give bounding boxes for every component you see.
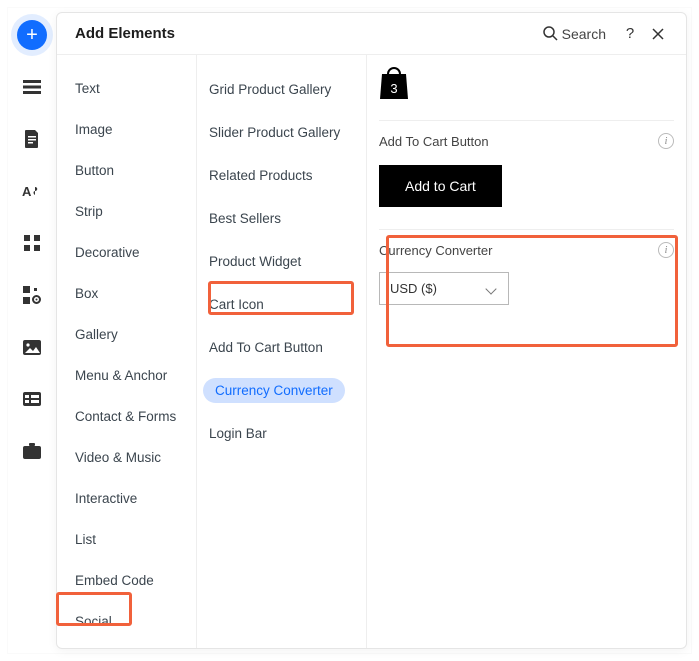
category-label: Contact & Forms	[75, 405, 176, 428]
subcategory-label: Product Widget	[209, 249, 301, 274]
plus-icon: +	[17, 20, 47, 50]
subcategory-label: Login Bar	[209, 421, 267, 446]
search-icon	[543, 26, 558, 41]
subcategory-item[interactable]: Login Bar	[197, 413, 366, 454]
category-item[interactable]: Box	[57, 274, 196, 313]
category-label: Interactive	[75, 487, 137, 510]
panel-header: Add Elements Search ?	[57, 13, 686, 55]
category-item[interactable]: Menu & Anchor	[57, 356, 196, 395]
panel-title: Add Elements	[75, 25, 543, 42]
left-rail: + A	[8, 8, 56, 653]
category-label: Gallery	[75, 323, 118, 346]
preview-column: 3 Add To Cart Button i Add to Cart Curre…	[367, 55, 686, 648]
subcategory-item[interactable]: Grid Product Gallery	[197, 69, 366, 110]
subcategory-label: Cart Icon	[209, 292, 264, 317]
add-to-cart-section: Add To Cart Button i Add to Cart	[379, 120, 674, 225]
category-item[interactable]: Strip	[57, 192, 196, 231]
table-icon[interactable]	[17, 384, 47, 414]
subcategory-label: Slider Product Gallery	[209, 120, 340, 145]
category-label: Video & Music	[75, 446, 161, 469]
category-label: Embed Code	[75, 569, 154, 592]
category-label: Image	[75, 118, 113, 141]
category-item[interactable]: Interactive	[57, 479, 196, 518]
close-icon	[652, 28, 664, 40]
subcategory-item[interactable]: Related Products	[197, 155, 366, 196]
category-item[interactable]: Decorative	[57, 233, 196, 272]
category-label: Social	[75, 610, 112, 633]
category-item[interactable]: Video & Music	[57, 438, 196, 477]
svg-text:3: 3	[390, 81, 397, 96]
design-icon[interactable]: A	[17, 176, 47, 206]
cart-icon[interactable]: 3	[379, 65, 409, 101]
help-button[interactable]: ?	[616, 20, 644, 48]
category-item[interactable]: Payments	[57, 643, 196, 648]
subcategory-item[interactable]: Currency Converter	[197, 370, 366, 411]
subcategory-label: Grid Product Gallery	[209, 77, 331, 102]
chevron-down-icon	[486, 285, 498, 293]
briefcase-icon[interactable]	[17, 436, 47, 466]
info-icon[interactable]: i	[658, 242, 674, 258]
category-item[interactable]: Contact & Forms	[57, 397, 196, 436]
subcategory-list: Grid Product Gallery Slider Product Galle…	[197, 55, 367, 648]
subcategory-label: Related Products	[209, 163, 313, 188]
category-item[interactable]: Social	[57, 602, 196, 641]
subcategory-item[interactable]: Add To Cart Button	[197, 327, 366, 368]
subcategory-item[interactable]: Cart Icon	[197, 284, 366, 325]
panel-body: Text Image Button Strip Decorative Box Gallery…	[57, 55, 686, 648]
category-label: Button	[75, 159, 114, 182]
subcategory-item[interactable]: Product Widget	[197, 241, 366, 282]
grid-icon[interactable]	[17, 228, 47, 258]
category-item[interactable]: Text	[57, 69, 196, 108]
category-label: Decorative	[75, 241, 140, 264]
category-item[interactable]: Embed Code	[57, 561, 196, 600]
apps-icon[interactable]	[17, 280, 47, 310]
category-item[interactable]: Image	[57, 110, 196, 149]
close-button[interactable]	[644, 20, 672, 48]
subcategory-item[interactable]: Slider Product Gallery	[197, 112, 366, 153]
category-item[interactable]: Gallery	[57, 315, 196, 354]
image-icon[interactable]	[17, 332, 47, 362]
subcategory-item[interactable]: Best Sellers	[197, 198, 366, 239]
add-elements-panel: Add Elements Search ? Text Image Button Str…	[56, 12, 687, 649]
section-title: Currency Converter	[379, 243, 492, 258]
category-label: Text	[75, 77, 100, 100]
pages-icon[interactable]	[17, 72, 47, 102]
add-button[interactable]: +	[17, 20, 47, 50]
search-button[interactable]: Search	[543, 26, 606, 42]
subcategory-label: Currency Converter	[203, 378, 345, 403]
subcategory-label: Add To Cart Button	[209, 335, 323, 360]
category-label: List	[75, 528, 96, 551]
section-title: Add To Cart Button	[379, 134, 489, 149]
currency-select[interactable]: USD ($)	[379, 272, 509, 305]
category-label: Strip	[75, 200, 103, 223]
add-to-cart-button[interactable]: Add to Cart	[379, 165, 502, 207]
subcategory-label: Best Sellers	[209, 206, 281, 231]
currency-converter-section: Currency Converter i USD ($)	[379, 229, 674, 323]
info-icon[interactable]: i	[658, 133, 674, 149]
category-item[interactable]: Button	[57, 151, 196, 190]
category-list: Text Image Button Strip Decorative Box Gallery…	[57, 55, 197, 648]
category-item[interactable]: List	[57, 520, 196, 559]
category-label: Box	[75, 282, 98, 305]
search-label: Search	[562, 26, 606, 42]
category-label: Menu & Anchor	[75, 364, 167, 387]
currency-value: USD ($)	[390, 281, 437, 296]
svg-text:A: A	[22, 184, 32, 199]
document-icon[interactable]	[17, 124, 47, 154]
